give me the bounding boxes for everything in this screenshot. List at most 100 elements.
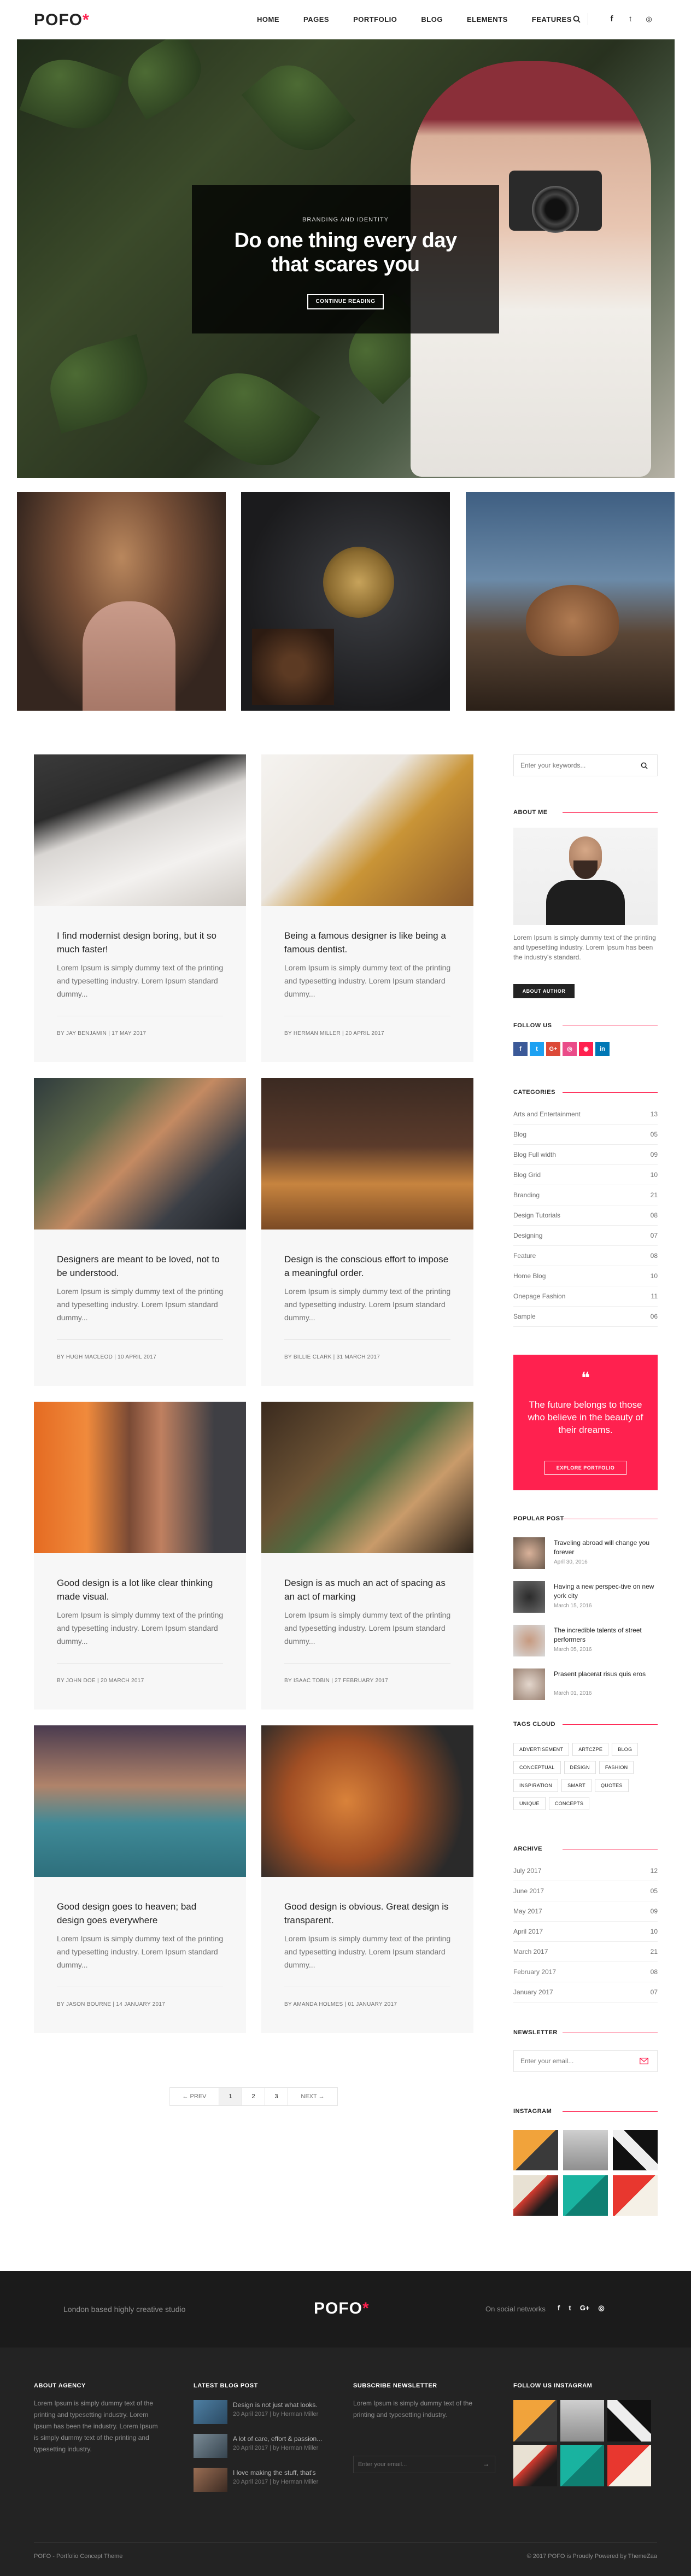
post-card[interactable]: Good design goes to heaven; bad design g…	[34, 1725, 246, 2033]
popular-post-title[interactable]: Prasent placerat risus quis eros	[554, 1670, 658, 1679]
post-title[interactable]: Good design is obvious. Great design is …	[284, 1900, 454, 1927]
post-title[interactable]: Designers are meant to be loved, not to …	[57, 1252, 226, 1280]
tag-item[interactable]: DESIGN	[564, 1761, 596, 1774]
feature-image-coffee-grinder[interactable]	[241, 492, 450, 711]
archive-name[interactable]: May 2017	[513, 1907, 542, 1915]
continue-reading-button[interactable]: CONTINUE READING	[307, 294, 384, 309]
category-item[interactable]: Sample 06	[513, 1307, 658, 1327]
popular-post-thumb[interactable]	[513, 1537, 545, 1569]
category-item[interactable]: Feature 08	[513, 1246, 658, 1266]
footer-latest-thumb[interactable]	[194, 2400, 227, 2424]
archive-name[interactable]: March 2017	[513, 1948, 548, 1956]
category-item[interactable]: Home Blog 10	[513, 1266, 658, 1286]
category-item[interactable]: Design Tutorials 08	[513, 1205, 658, 1226]
category-name[interactable]: Home Blog	[513, 1272, 546, 1280]
instagram-icon[interactable]: ◉	[579, 1042, 593, 1056]
archive-item[interactable]: January 2017 07	[513, 1982, 658, 2003]
category-item[interactable]: Onepage Fashion 11	[513, 1286, 658, 1307]
post-title[interactable]: I find modernist design boring, but it s…	[57, 929, 226, 956]
footer-latest-title[interactable]: Design is not just what looks.	[233, 2401, 337, 2409]
footer-latest-title[interactable]: I love making the stuff, that's	[233, 2469, 337, 2477]
arrow-right-icon[interactable]: →	[483, 2460, 489, 2468]
category-name[interactable]: Blog	[513, 1131, 526, 1138]
nav-pages[interactable]: PAGES	[303, 15, 329, 24]
search-icon[interactable]	[641, 762, 648, 769]
popular-post-title[interactable]: Having a new perspec-tive on new york ci…	[554, 1582, 658, 1601]
footer-logo[interactable]: POFO*	[314, 2299, 370, 2318]
facebook-icon[interactable]: f	[513, 1042, 528, 1056]
footer-latest-post[interactable]: Design is not just what looks. 20 April 2…	[194, 2400, 341, 2427]
popular-post-title[interactable]: The incredible talents of street perform…	[554, 1626, 658, 1644]
dribbble-icon[interactable]: ◎	[642, 12, 656, 26]
logo[interactable]: POFO*	[34, 11, 90, 30]
footer-latest-title[interactable]: A lot of care, effort & passion...	[233, 2435, 337, 2443]
instagram-photo[interactable]	[607, 2400, 651, 2442]
tag-item[interactable]: FASHION	[599, 1761, 634, 1774]
instagram-icon[interactable]: ◎	[598, 2304, 604, 2312]
explore-portfolio-button[interactable]: EXPLORE PORTFOLIO	[544, 1461, 626, 1475]
category-item[interactable]: Designing 07	[513, 1226, 658, 1246]
instagram-photo[interactable]	[560, 2445, 604, 2486]
category-item[interactable]: Blog Full width 09	[513, 1145, 658, 1165]
twitter-icon[interactable]: t	[530, 1042, 544, 1056]
archive-item[interactable]: March 2017 21	[513, 1942, 658, 1962]
newsletter-email-input[interactable]	[520, 2055, 630, 2067]
archive-item[interactable]: July 2017 12	[513, 1861, 658, 1881]
popular-post[interactable]: Prasent placerat risus quis eros March 01…	[513, 1668, 658, 1703]
instagram-photo[interactable]	[563, 2130, 608, 2170]
popular-post[interactable]: The incredible talents of street perform…	[513, 1625, 658, 1660]
category-name[interactable]: Blog Grid	[513, 1171, 541, 1179]
post-card[interactable]: Designers are meant to be loved, not to …	[34, 1078, 246, 1386]
post-card[interactable]: Good design is obvious. Great design is …	[261, 1725, 473, 2033]
post-card[interactable]: Design is the conscious effort to impose…	[261, 1078, 473, 1386]
about-author-button[interactable]: ABOUT AUTHOR	[513, 984, 575, 998]
nav-elements[interactable]: ELEMENTS	[467, 15, 508, 24]
category-name[interactable]: Feature	[513, 1252, 536, 1260]
category-name[interactable]: Designing	[513, 1232, 542, 1239]
category-item[interactable]: Branding 21	[513, 1185, 658, 1205]
instagram-photo[interactable]	[613, 2175, 658, 2216]
archive-name[interactable]: January 2017	[513, 1988, 553, 1996]
footer-latest-thumb[interactable]	[194, 2468, 227, 2492]
feature-image-woman-hair[interactable]	[17, 492, 226, 711]
page-1[interactable]: 1	[219, 2088, 242, 2105]
instagram-photo[interactable]	[513, 2400, 557, 2442]
archive-name[interactable]: February 2017	[513, 1968, 556, 1976]
archive-item[interactable]: May 2017 09	[513, 1901, 658, 1922]
popular-post-thumb[interactable]	[513, 1581, 545, 1613]
category-item[interactable]: Blog Grid 10	[513, 1165, 658, 1185]
popular-post[interactable]: Having a new perspec-tive on new york ci…	[513, 1581, 658, 1616]
category-item[interactable]: Blog 05	[513, 1125, 658, 1145]
archive-item[interactable]: February 2017 08	[513, 1962, 658, 1982]
post-card[interactable]: I find modernist design boring, but it s…	[34, 754, 246, 1062]
prev-page-button[interactable]: ← PREV	[170, 2088, 219, 2105]
instagram-photo[interactable]	[607, 2445, 651, 2486]
instagram-photo[interactable]	[560, 2400, 604, 2442]
nav-home[interactable]: HOME	[257, 15, 279, 24]
search-icon[interactable]	[570, 12, 584, 26]
nav-features[interactable]: FEATURES	[532, 15, 572, 24]
twitter-icon[interactable]: t	[569, 2304, 571, 2312]
dribbble-icon[interactable]: ◎	[563, 1042, 577, 1056]
tag-item[interactable]: ADVERTISEMENT	[513, 1743, 570, 1756]
popular-post-thumb[interactable]	[513, 1668, 545, 1700]
instagram-photo[interactable]	[513, 2175, 558, 2216]
category-name[interactable]: Sample	[513, 1313, 536, 1320]
twitter-icon[interactable]: t	[623, 12, 637, 26]
instagram-photo[interactable]	[563, 2175, 608, 2216]
instagram-photo[interactable]	[513, 2445, 557, 2486]
category-item[interactable]: Arts and Entertainment 13	[513, 1104, 658, 1125]
archive-item[interactable]: June 2017 05	[513, 1881, 658, 1901]
facebook-icon[interactable]: f	[558, 2304, 560, 2312]
nav-portfolio[interactable]: PORTFOLIO	[353, 15, 397, 24]
tag-item[interactable]: INSPIRATION	[513, 1779, 559, 1792]
tag-item[interactable]: UNIQUE	[513, 1797, 546, 1810]
page-2[interactable]: 2	[242, 2088, 265, 2105]
google-plus-icon[interactable]: G+	[580, 2304, 590, 2312]
feature-image-pottery[interactable]	[466, 492, 675, 711]
popular-post[interactable]: Traveling abroad will change you forever…	[513, 1537, 658, 1572]
post-card[interactable]: Being a famous designer is like being a …	[261, 754, 473, 1062]
tag-item[interactable]: SMART	[561, 1779, 592, 1792]
category-name[interactable]: Design Tutorials	[513, 1211, 560, 1219]
post-title[interactable]: Good design goes to heaven; bad design g…	[57, 1900, 226, 1927]
